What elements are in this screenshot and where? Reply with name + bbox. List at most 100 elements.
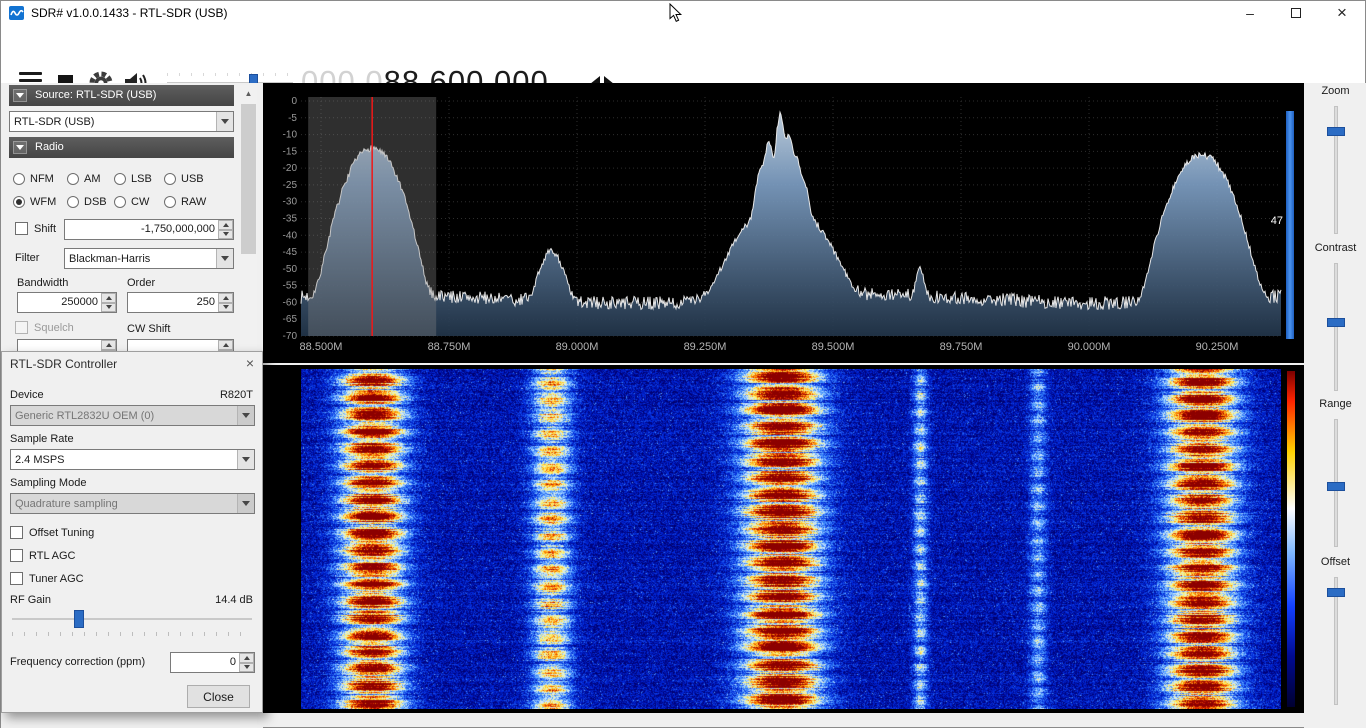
svg-text:90.250M: 90.250M — [1196, 341, 1239, 353]
svg-text:-35: -35 — [283, 214, 298, 225]
minimize-button[interactable]: – — [1227, 1, 1273, 25]
spectrum-panel: 0-5-10-15-20-25-30-35-40-45-50-55-60-65-… — [263, 83, 1304, 363]
volume-ticks — [167, 73, 293, 76]
chevron-down-icon — [237, 406, 254, 425]
collapse-icon — [13, 89, 27, 102]
svg-text:-65: -65 — [283, 314, 298, 325]
svg-text:89.750M: 89.750M — [940, 341, 983, 353]
dialog-close-button[interactable]: Close — [187, 685, 250, 708]
svg-text:89.000M: 89.000M — [556, 341, 599, 353]
filter-select[interactable]: Blackman-Harris — [64, 248, 234, 269]
tuner-agc-checkbox[interactable]: Tuner AGC — [10, 572, 84, 585]
shift-value-field[interactable]: -1,750,000,000 — [64, 219, 234, 240]
spin-down-button[interactable] — [101, 303, 116, 313]
svg-text:89.500M: 89.500M — [812, 341, 855, 353]
svg-text:-45: -45 — [283, 247, 298, 258]
spin-up-button[interactable] — [218, 220, 233, 230]
rf-gain-slider-ticks — [12, 632, 252, 636]
svg-text:-20: -20 — [283, 163, 298, 174]
close-button[interactable]: × — [1319, 1, 1365, 25]
spin-down-button[interactable] — [218, 230, 233, 240]
filter-label: Filter — [15, 252, 39, 264]
svg-text:-40: -40 — [283, 230, 298, 241]
device-value: R820T — [220, 389, 253, 401]
spin-down-button[interactable] — [218, 303, 233, 313]
range-slider-label: Range — [1304, 398, 1366, 413]
dialog-close-icon[interactable]: × — [246, 355, 254, 371]
source-panel-header[interactable]: Source: RTL-SDR (USB) — [9, 85, 234, 106]
bandwidth-field[interactable]: 250000 — [17, 292, 117, 313]
sdrsharp-window: SDR# v1.0.0.1433 - RTL-SDR (USB) – × — [0, 0, 1366, 728]
zoom-slider[interactable] — [1334, 106, 1338, 234]
shift-checkbox[interactable]: Shift — [15, 222, 56, 235]
mode-radio-dsb[interactable]: DSB — [67, 190, 114, 213]
spin-up-button[interactable] — [218, 293, 233, 303]
freq-correction-field[interactable]: 0 — [170, 652, 255, 673]
sample-rate-label: Sample Rate — [10, 433, 74, 445]
chevron-down-icon — [237, 450, 254, 469]
svg-text:88.750M: 88.750M — [428, 341, 471, 353]
waterfall-display[interactable] — [301, 369, 1281, 709]
squelch-checkbox[interactable]: Squelch — [15, 321, 74, 334]
svg-text:0: 0 — [291, 96, 297, 107]
rf-gain-slider-thumb[interactable] — [74, 610, 84, 628]
range-slider[interactable] — [1334, 419, 1338, 547]
rtl-agc-checkbox[interactable]: RTL AGC — [10, 549, 75, 562]
svg-text:-5: -5 — [288, 113, 297, 124]
scroll-up-icon[interactable]: ▲ — [240, 85, 257, 102]
spin-up-button[interactable] — [239, 653, 254, 663]
spin-up-button[interactable] — [101, 293, 116, 303]
svg-text:90.000M: 90.000M — [1068, 341, 1111, 353]
offset-slider-thumb[interactable] — [1327, 588, 1345, 597]
app-icon — [9, 5, 25, 21]
sample-rate-select[interactable]: 2.4 MSPS — [10, 449, 255, 470]
chevron-down-icon — [237, 494, 254, 513]
zoom-slider-thumb[interactable] — [1327, 127, 1345, 136]
svg-text:-70: -70 — [283, 331, 298, 342]
device-select[interactable]: Generic RTL2832U OEM (0) — [10, 405, 255, 426]
offset-tuning-checkbox[interactable]: Offset Tuning — [10, 526, 94, 539]
offset-slider-label: Offset — [1304, 556, 1366, 571]
source-device-select[interactable]: RTL-SDR (USB) — [9, 111, 234, 132]
toolbar: 000.088.600.000 — [1, 25, 1365, 83]
svg-text:88.500M: 88.500M — [300, 341, 343, 353]
contrast-slider[interactable] — [1334, 263, 1338, 391]
mode-radio-raw[interactable]: RAW — [164, 190, 222, 213]
svg-text:-10: -10 — [283, 130, 298, 141]
right-panel: Zoom Contrast Range Offset — [1304, 83, 1366, 728]
spectrum-level-slider[interactable] — [1286, 111, 1294, 339]
mode-radio-wfm[interactable]: WFM — [13, 190, 67, 213]
range-slider-thumb[interactable] — [1327, 482, 1345, 491]
svg-text:-25: -25 — [283, 180, 298, 191]
radio-panel-header[interactable]: Radio — [9, 137, 234, 158]
scrollbar-thumb[interactable] — [241, 104, 256, 254]
waterfall-panel — [263, 365, 1304, 713]
dialog-title: RTL-SDR Controller — [10, 357, 117, 371]
freq-correction-label: Frequency correction (ppm) — [10, 656, 145, 668]
svg-text:-60: -60 — [283, 297, 298, 308]
mode-radio-group: NFM AM LSB USB WFM DSB CW RAW — [13, 167, 222, 213]
mode-radio-lsb[interactable]: LSB — [114, 167, 164, 190]
cw-shift-label: CW Shift — [127, 323, 170, 335]
rf-gain-label: RF Gain — [10, 594, 51, 606]
mode-radio-am[interactable]: AM — [67, 167, 114, 190]
window-title: SDR# v1.0.0.1433 - RTL-SDR (USB) — [31, 6, 228, 20]
bandwidth-label: Bandwidth — [17, 277, 68, 289]
mode-radio-nfm[interactable]: NFM — [13, 167, 67, 190]
order-field[interactable]: 250 — [127, 292, 234, 313]
spin-down-button[interactable] — [239, 663, 254, 673]
svg-text:-15: -15 — [283, 146, 298, 157]
rf-gain-value: 14.4 dB — [215, 594, 253, 606]
svg-text:-30: -30 — [283, 197, 298, 208]
mode-radio-usb[interactable]: USB — [164, 167, 222, 190]
contrast-slider-label: Contrast — [1304, 242, 1366, 257]
contrast-slider-thumb[interactable] — [1327, 318, 1345, 327]
svg-text:89.250M: 89.250M — [684, 341, 727, 353]
mode-radio-cw[interactable]: CW — [114, 190, 164, 213]
offset-slider[interactable] — [1334, 577, 1338, 705]
spectrum-level-value: 47 — [1265, 215, 1283, 227]
maximize-button[interactable] — [1273, 1, 1319, 25]
sampling-mode-select[interactable]: Quadrature sampling — [10, 493, 255, 514]
spectrum-display[interactable]: 0-5-10-15-20-25-30-35-40-45-50-55-60-65-… — [263, 83, 1304, 363]
rf-gain-slider[interactable] — [12, 618, 252, 620]
